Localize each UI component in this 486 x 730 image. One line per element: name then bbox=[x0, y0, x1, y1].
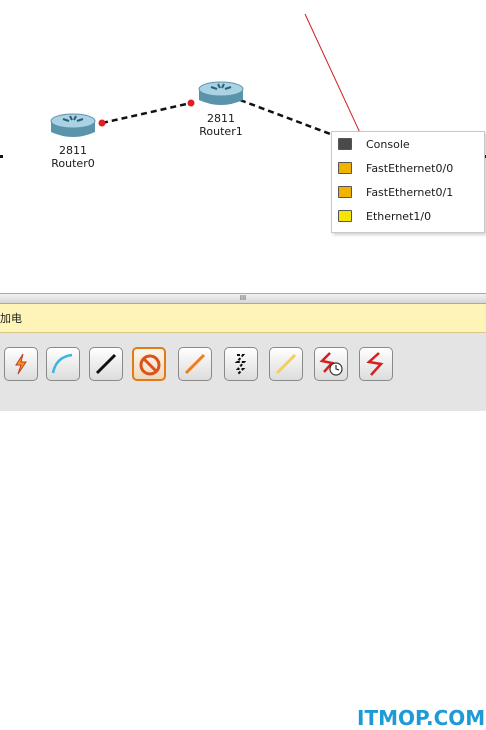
serial-dce-icon bbox=[319, 352, 343, 376]
fastethernet-port-icon bbox=[338, 162, 352, 174]
port-menu-item-label: FastEthernet0/1 bbox=[366, 185, 454, 199]
port-menu-item-fastethernet0-0[interactable]: FastEthernet0/0 bbox=[332, 156, 484, 180]
router1-name-label: Router1 bbox=[199, 125, 243, 138]
copper-cross-over-icon bbox=[139, 354, 161, 376]
router-icon bbox=[50, 113, 96, 137]
left-edge-marker bbox=[0, 155, 3, 158]
auto-connection-icon bbox=[15, 353, 27, 375]
router0-router1-link[interactable] bbox=[101, 101, 192, 125]
serial-dte-button[interactable] bbox=[359, 347, 393, 381]
copper-straight-through-button[interactable] bbox=[89, 347, 123, 381]
coaxial-icon bbox=[275, 353, 297, 375]
router-icon bbox=[198, 81, 244, 105]
serial-dce-button[interactable] bbox=[314, 347, 348, 381]
splitter-grip: III bbox=[239, 294, 247, 302]
router0-device[interactable]: 2811 Router0 bbox=[38, 112, 108, 170]
status-text: 加电 bbox=[0, 312, 22, 325]
fiber-icon bbox=[184, 353, 206, 375]
router1-device[interactable]: 2811 Router1 bbox=[186, 80, 256, 138]
console-cable-icon bbox=[51, 353, 73, 374]
serial-dte-icon bbox=[366, 352, 384, 376]
port-menu-item-label: Console bbox=[366, 137, 410, 151]
port-menu-item-ethernet1-0[interactable]: Ethernet1/0 bbox=[332, 204, 484, 228]
port-menu-item-console[interactable]: Console bbox=[332, 132, 484, 156]
port-menu-item-label: Ethernet1/0 bbox=[366, 209, 432, 223]
watermark-text: ITMOP.COM bbox=[357, 706, 486, 730]
panel-splitter[interactable]: III bbox=[0, 293, 486, 304]
console-port-icon bbox=[338, 138, 352, 150]
port-selection-menu: Console FastEthernet0/0 FastEthernet0/1 … bbox=[331, 131, 485, 233]
fiber-button[interactable] bbox=[178, 347, 212, 381]
auto-connection-button[interactable] bbox=[4, 347, 38, 381]
port-menu-item-fastethernet0-1[interactable]: FastEthernet0/1 bbox=[332, 180, 484, 204]
console-cable-button[interactable] bbox=[46, 347, 80, 381]
phone-cable-icon bbox=[234, 354, 247, 375]
fastethernet-port-icon bbox=[338, 186, 352, 198]
phone-cable-button[interactable] bbox=[224, 347, 258, 381]
router0-name-label: Router0 bbox=[51, 157, 95, 170]
coaxial-button[interactable] bbox=[269, 347, 303, 381]
network-workspace[interactable]: 2811 Router0 2811 Router1 Console FastEt… bbox=[0, 0, 486, 293]
router0-model-label: 2811 bbox=[59, 144, 87, 157]
status-bar: 加电 bbox=[0, 304, 486, 333]
ethernet-port-icon bbox=[338, 210, 352, 222]
connection-toolbar: ITMOP.COM bbox=[0, 333, 486, 730]
router1-model-label: 2811 bbox=[207, 112, 235, 125]
copper-straight-through-icon bbox=[95, 353, 117, 375]
copper-cross-over-button[interactable] bbox=[132, 347, 166, 381]
port-menu-item-label: FastEthernet0/0 bbox=[366, 161, 454, 175]
